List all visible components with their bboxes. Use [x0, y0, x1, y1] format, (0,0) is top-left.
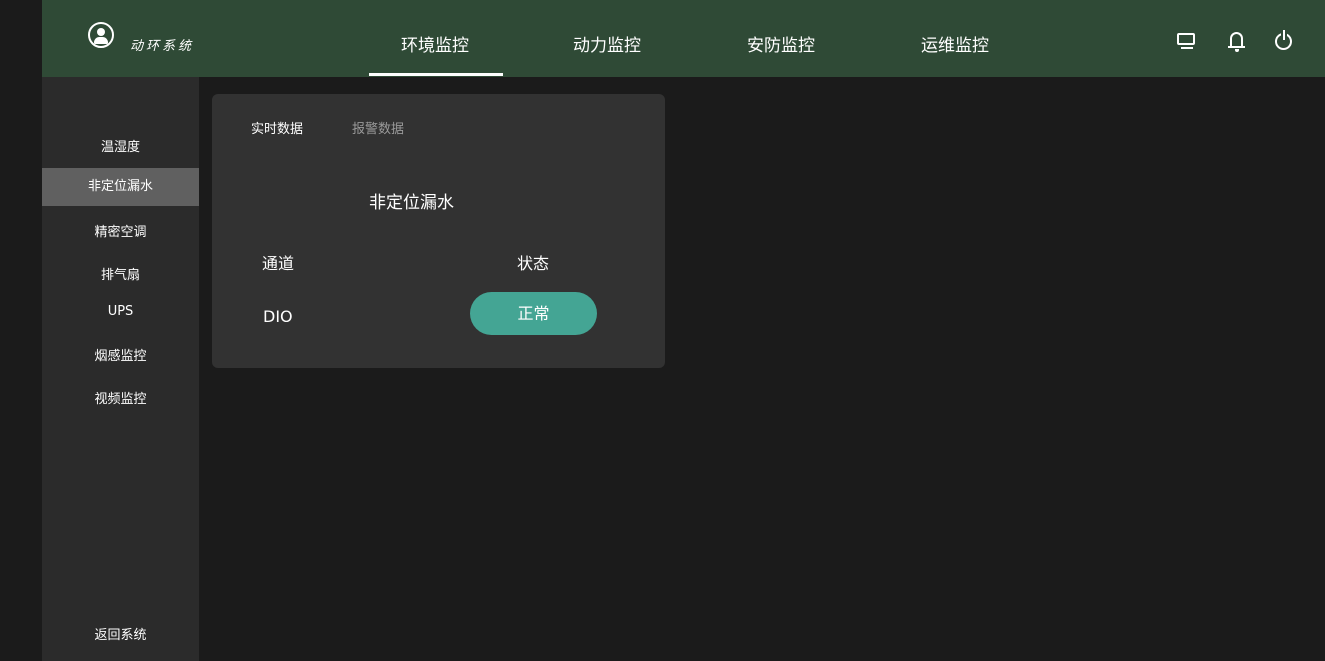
- nav-power[interactable]: 动力监控: [573, 31, 641, 56]
- sidebar-return-button[interactable]: 返回系统: [42, 624, 199, 643]
- sidebar-item-temp-humidity[interactable]: 温湿度: [42, 136, 199, 155]
- channel-cell: DIO: [263, 307, 293, 326]
- logo-icon: [88, 22, 114, 48]
- bell-icon[interactable]: [1226, 30, 1248, 52]
- device-title: 非定位漏水: [369, 193, 454, 213]
- app-root: 动环系统 环境监控 动力监控 安防监控 运维监控 温湿度 非定位漏水 精密空调 …: [0, 0, 1325, 661]
- sidebar-item-precision-ac[interactable]: 精密空调: [42, 221, 199, 240]
- status-badge: 正常: [470, 292, 597, 335]
- top-header: [42, 0, 1325, 77]
- app-logo-text: 动环系统: [130, 39, 195, 54]
- column-header-status: 状态: [517, 254, 550, 273]
- nav-operations[interactable]: 运维监控: [921, 31, 989, 56]
- column-header-channel: 通道: [262, 254, 295, 273]
- tab-realtime-data[interactable]: 实时数据: [251, 118, 303, 137]
- nav-active-indicator: [369, 73, 503, 76]
- nav-environment[interactable]: 环境监控: [401, 31, 469, 56]
- sidebar: 温湿度 非定位漏水 精密空调 排气扇 UPS 烟感监控 视频监控 返回系统: [42, 77, 199, 661]
- tab-alarm-data[interactable]: 报警数据: [352, 118, 404, 137]
- sidebar-item-ups[interactable]: UPS: [42, 304, 199, 319]
- nav-security[interactable]: 安防监控: [747, 31, 815, 56]
- monitor-icon[interactable]: [1176, 30, 1198, 52]
- sidebar-item-leak-detection[interactable]: 非定位漏水: [42, 168, 199, 206]
- sidebar-item-video[interactable]: 视频监控: [42, 388, 199, 407]
- sidebar-item-smoke[interactable]: 烟感监控: [42, 345, 199, 364]
- sidebar-item-exhaust-fan[interactable]: 排气扇: [42, 264, 199, 283]
- power-icon[interactable]: [1273, 30, 1295, 52]
